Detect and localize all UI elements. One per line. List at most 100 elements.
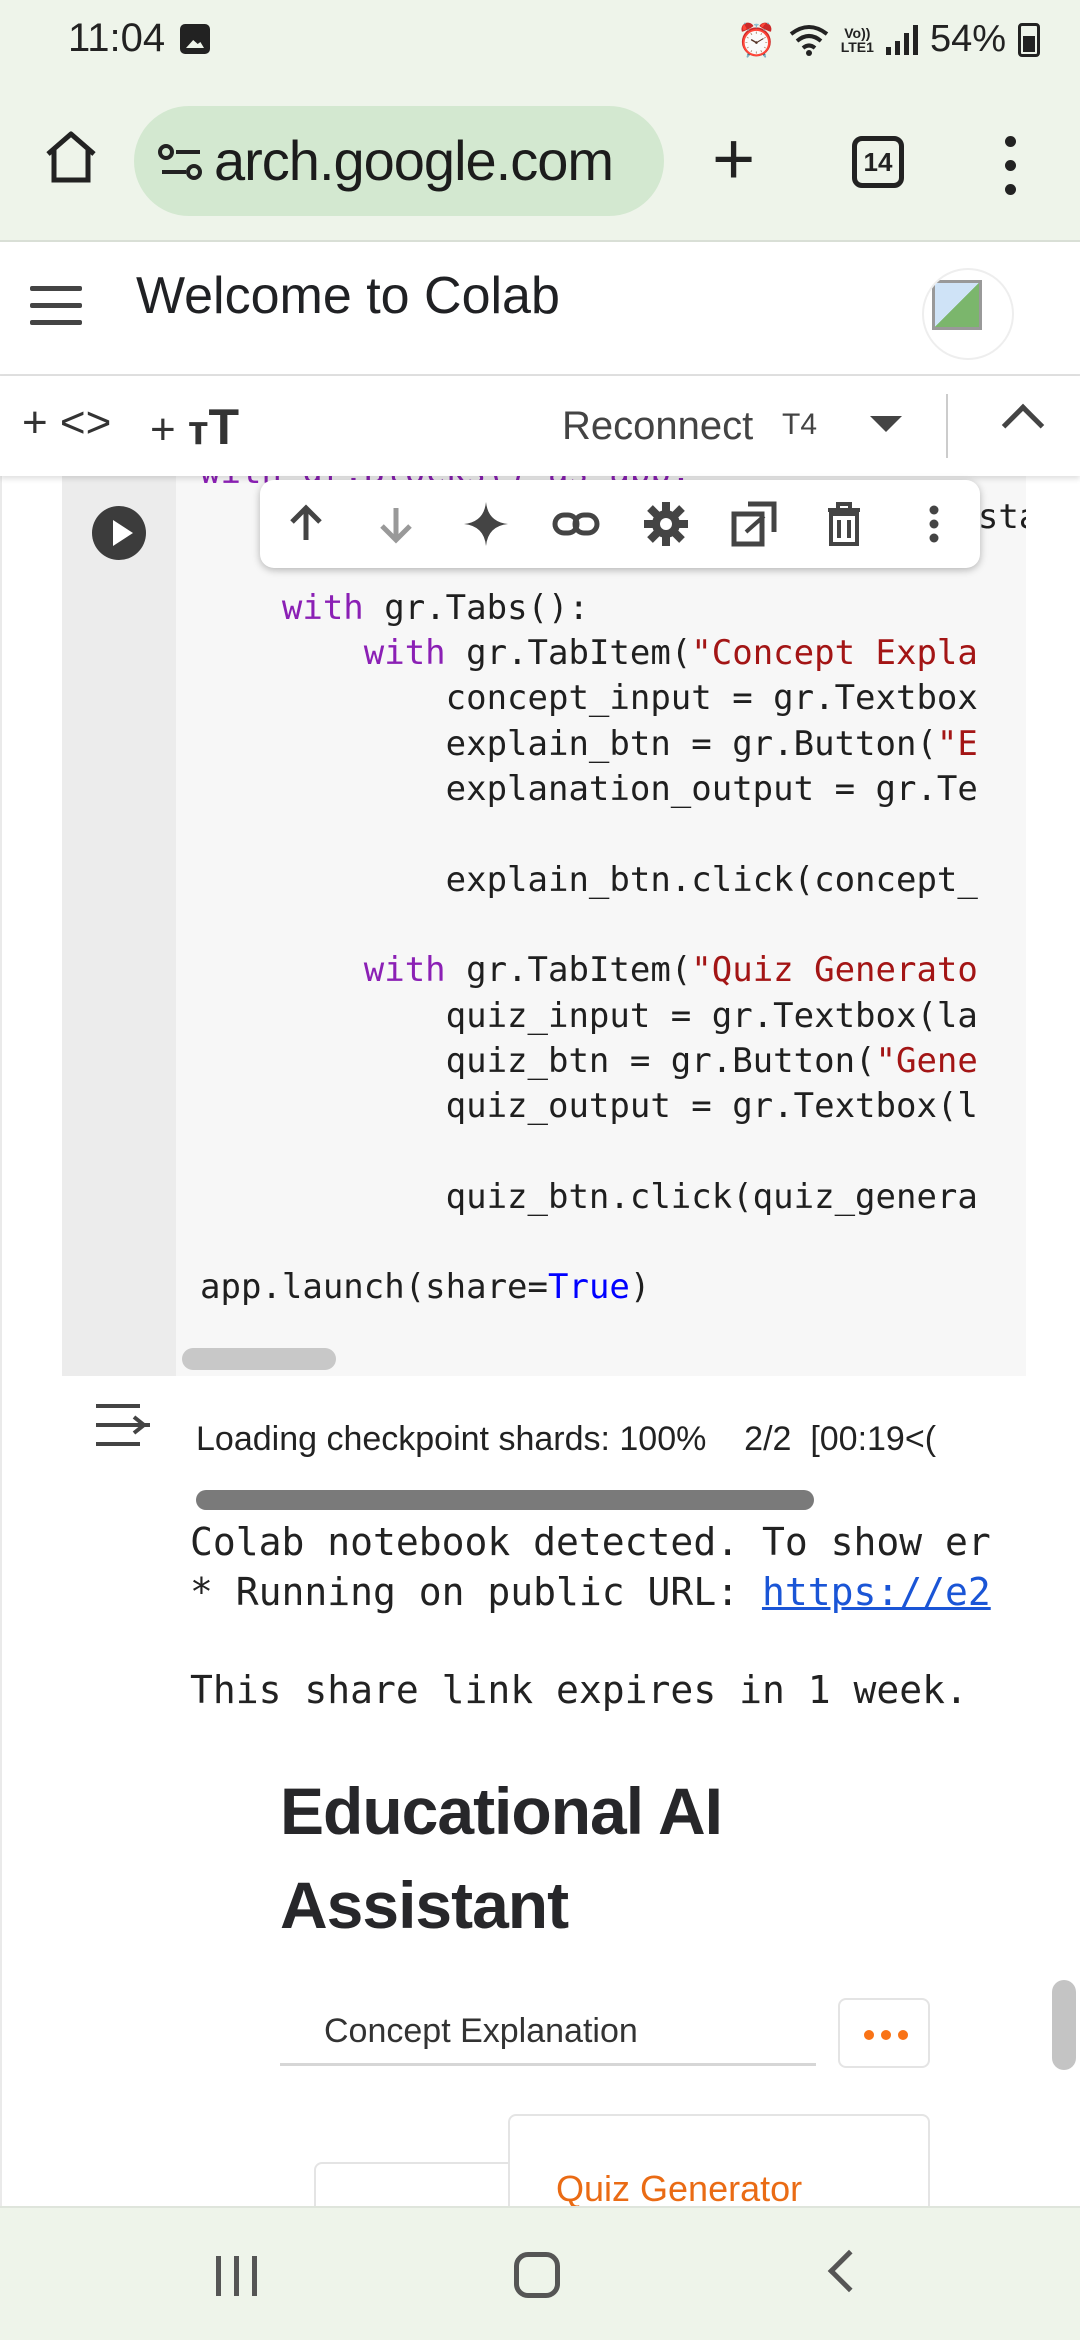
new-tab-button[interactable]: +	[712, 122, 755, 196]
output-line-2: * Running on public URL: https://e2	[190, 1570, 991, 1614]
runtime-dropdown-icon[interactable]	[870, 416, 902, 432]
code-token: with	[363, 950, 446, 991]
code-line: app.launch(share=True)	[200, 1265, 1026, 1310]
colab-header: Welcome to Colab	[0, 244, 1080, 376]
url-text: arch.google.com	[214, 129, 614, 192]
code-token: quiz_input = gr.Textbox(la	[445, 995, 978, 1036]
system-nav-bar	[0, 2206, 1080, 2340]
code-token: gr.TabItem(	[445, 950, 692, 991]
code-token: "Quiz Generato	[691, 950, 978, 991]
progress-bar	[196, 1490, 814, 1510]
tabs-overflow-menu: Quiz Generator	[508, 2114, 930, 2206]
cell-horizontal-scrollbar[interactable]	[182, 1348, 336, 1370]
move-down-icon[interactable]	[372, 500, 420, 548]
cell-output: Loading checkpoint shards: 100% 2/2 [00:…	[62, 1376, 1026, 2206]
code-token: "Concept Expla	[691, 633, 978, 674]
code-token: explain_btn = gr.Button(	[445, 723, 937, 764]
cell-gutter	[62, 476, 176, 1376]
code-token: quiz_btn = gr.Button(	[445, 1040, 876, 1081]
delete-icon[interactable]	[820, 500, 868, 548]
code-token: quiz_btn.click(quiz_genera	[445, 1176, 978, 1217]
add-text-cell-button[interactable]: + тT	[150, 398, 239, 456]
browser-menu-icon[interactable]	[1000, 136, 1020, 196]
page-scrollbar[interactable]	[1052, 1980, 1076, 2070]
progress-label: Loading checkpoint shards: 100% 2/2 [00:…	[196, 1420, 937, 1458]
add-code-cell-button[interactable]: + <>	[22, 398, 111, 448]
output-line-3: This share link expires in 1 week.	[190, 1668, 968, 1712]
browser-toolbar: arch.google.com + 14	[0, 80, 1080, 242]
photo-icon	[180, 24, 210, 54]
status-time: 11:04	[68, 16, 166, 60]
code-line: concept_input = gr.Textbox	[200, 676, 1026, 721]
run-cell-icon[interactable]	[92, 506, 146, 560]
code-token: "Gene	[875, 1040, 978, 1081]
cell-action-toolbar	[260, 480, 980, 568]
settings-icon[interactable]	[642, 500, 690, 548]
alarm-icon: ⏰	[736, 21, 777, 58]
code-line: quiz_input = gr.Textbox(la	[200, 994, 1026, 1039]
tab-concept-explanation[interactable]: Concept Explanation	[280, 2004, 816, 2066]
code-line: with gr.TabItem("Concept Expla	[200, 631, 1026, 676]
more-vert-icon[interactable]	[910, 500, 958, 548]
public-url-link[interactable]: https://e2	[762, 1570, 991, 1614]
home-icon[interactable]	[40, 126, 102, 188]
add-text-label: +	[150, 405, 176, 454]
page-divider	[0, 476, 2, 2206]
notebook-title[interactable]: Welcome to Colab	[136, 266, 560, 326]
code-cell[interactable]: with gr.Blocks() as app: gr.Markdown("# …	[62, 476, 1026, 1376]
battery-text: 54%	[929, 18, 1006, 60]
site-settings-icon[interactable]	[158, 142, 204, 182]
code-token: explanation_output = gr.Te	[445, 769, 978, 810]
code-token: True	[548, 1267, 630, 1308]
code-line: quiz_output = gr.Textbox(l	[200, 1084, 1026, 1129]
code-token: gr.Tabs():	[363, 587, 589, 628]
code-line: quiz_btn = gr.Button("Gene	[200, 1039, 1026, 1084]
link-icon[interactable]	[552, 500, 600, 548]
status-icons: ⏰ Vo)) LTE1 54%	[737, 18, 1040, 61]
notebook-toolbar: + <> + тT Reconnect T4	[0, 376, 1080, 476]
tab-switcher-button[interactable]: 14	[852, 136, 904, 188]
code-token: explain_btn.click(concept_	[445, 859, 978, 900]
tab-quiz-generator[interactable]: Quiz Generator	[556, 2168, 802, 2206]
wifi-icon	[789, 24, 828, 56]
toolbar-divider	[946, 394, 948, 458]
code-line: quiz_btn.click(quiz_genera	[200, 1175, 1026, 1220]
code-token: concept_input = gr.Textbox	[445, 678, 978, 719]
address-bar[interactable]: arch.google.com	[134, 106, 664, 216]
recents-icon[interactable]	[216, 2256, 260, 2296]
home-nav-icon[interactable]	[514, 2252, 560, 2298]
code-token: app.launch(share=	[200, 1267, 548, 1308]
text-format-icon: тT	[187, 399, 240, 455]
tab-concept-label: Concept Explanation	[324, 2012, 638, 2050]
runtime-type: T4	[782, 408, 818, 441]
code-token: with	[363, 633, 446, 674]
code-token: quiz_output = gr.Textbox(l	[445, 1086, 978, 1127]
move-up-icon[interactable]	[282, 500, 330, 548]
avatar[interactable]	[924, 270, 1012, 358]
code-token: with	[281, 587, 364, 628]
gradio-title-line-1: Educational AI	[280, 1774, 723, 1848]
reconnect-button[interactable]: Reconnect	[562, 404, 753, 449]
back-icon[interactable]	[827, 2249, 871, 2293]
battery-icon	[1018, 22, 1040, 57]
code-line: with gr.TabItem("Quiz Generato	[200, 948, 1026, 993]
hamburger-menu-icon[interactable]	[30, 286, 82, 326]
tabs-overflow-button[interactable]	[838, 1998, 930, 2068]
output-actions-icon[interactable]	[92, 1400, 154, 1450]
output-line-1: Colab notebook detected. To show er	[190, 1520, 991, 1564]
collapse-toolbar-icon[interactable]	[1001, 403, 1045, 447]
code-editor[interactable]: with gr.Blocks() as app: gr.Markdown("# …	[200, 476, 1026, 1311]
code-token: )	[629, 1267, 651, 1308]
gemini-icon[interactable]	[462, 500, 510, 548]
code-token: "E	[936, 723, 978, 764]
code-token: gr.TabItem(	[445, 633, 692, 674]
code-line: explanation_output = gr.Te	[200, 767, 1026, 812]
gradio-title-line-2: Assistant	[280, 1868, 569, 1942]
code-line: explain_btn = gr.Button("E	[200, 722, 1026, 767]
status-bar: 11:04 ⏰ Vo)) LTE1 54%	[0, 0, 1080, 80]
mirror-cell-icon[interactable]	[730, 500, 778, 548]
signal-icon	[885, 24, 918, 55]
